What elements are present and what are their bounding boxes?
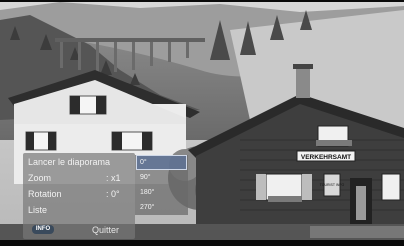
menu-item-label: Lancer le diaporama <box>28 157 111 167</box>
menu-item-label: Rotation <box>28 189 62 199</box>
info-key-badge[interactable]: INFO <box>32 225 54 234</box>
menu-item-label: Zoom <box>28 173 52 183</box>
rotation-option-90[interactable]: 90° <box>137 171 186 184</box>
menu-item-zoom[interactable]: Zoom : x1 <box>28 171 130 186</box>
verkehrsamt-sign-text: VERKEHRSAMT <box>301 154 351 161</box>
rotation-value: : 0° <box>106 189 120 199</box>
tourist-info-sign-text: TOURIST INFO <box>320 183 345 187</box>
menu-footer: INFO Quitter <box>23 221 135 239</box>
quit-button[interactable]: Quitter <box>92 223 119 237</box>
rotation-option-0[interactable]: 0° <box>136 155 187 170</box>
screen-bezel-bottom <box>0 240 404 246</box>
menu-item-list[interactable]: Liste <box>28 203 47 218</box>
rotation-options-submenu: 0° 90° 180° 270° <box>135 155 188 215</box>
zoom-value: : x1 <box>106 173 121 183</box>
rotation-option-180[interactable]: 180° <box>137 186 186 199</box>
rotation-option-270[interactable]: 270° <box>137 201 186 214</box>
screen-bezel-top <box>0 0 404 2</box>
menu-item-rotation[interactable]: Rotation : 0° <box>28 187 130 202</box>
tv-screen: VERKEHRSAMT TOURIST INFO Lancer le diapo… <box>0 0 404 246</box>
photo-options-menu: Lancer le diaporama Zoom : x1 Rotation :… <box>23 153 135 239</box>
menu-item-start-slideshow[interactable]: Lancer le diaporama <box>28 155 110 170</box>
menu-item-label: Liste <box>28 205 48 215</box>
